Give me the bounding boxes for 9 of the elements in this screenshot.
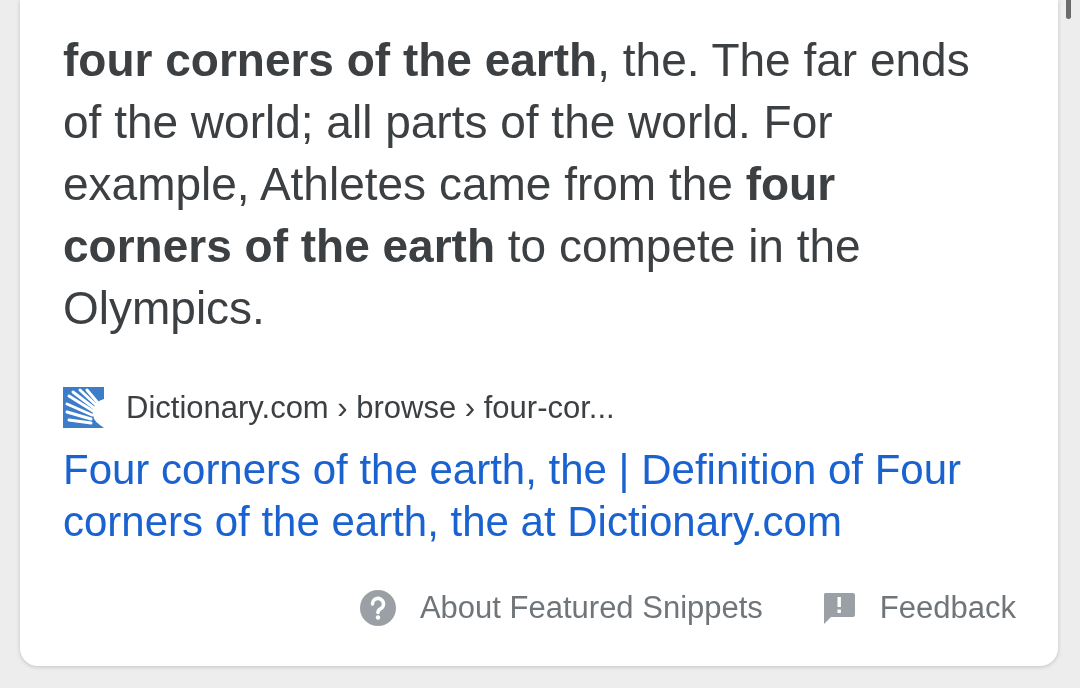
site-logo-icon: [63, 387, 104, 428]
feedback-link[interactable]: Feedback: [879, 590, 1016, 626]
about-snippets-link[interactable]: About Featured Snippets: [419, 590, 763, 626]
scrollbar-thumb[interactable]: [1066, 0, 1071, 19]
help-icon: [359, 590, 396, 626]
definition-text: four corners of the earth, the. The far ends of the world; all parts of the world. For example, Athletes came from the four corners of the earth to compete in the Olympics.: [63, 33, 971, 336]
result-title-link[interactable]: Four corners of the earth, the | Definition of Four corners of the earth, the at Dictionary.com: [63, 444, 1008, 548]
source-path[interactable]: Dictionary.com › browse › four-cor...: [126, 389, 615, 426]
feedback-icon: [821, 591, 856, 625]
